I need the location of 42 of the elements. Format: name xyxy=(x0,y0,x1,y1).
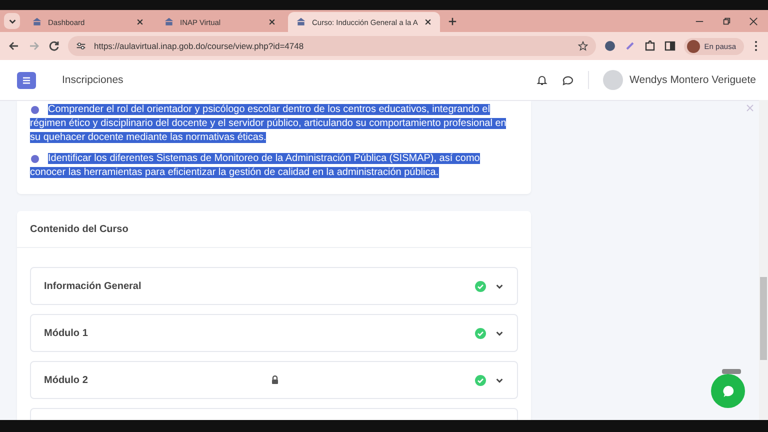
more-menu-icon[interactable] xyxy=(752,40,760,52)
site-settings-icon[interactable] xyxy=(76,41,86,51)
address-bar[interactable]: https://aulavirtual.inap.gob.do/course/view.php?id=4748 xyxy=(68,36,596,56)
close-icon[interactable] xyxy=(136,18,144,26)
reload-icon[interactable] xyxy=(48,40,60,52)
back-arrow-icon[interactable] xyxy=(8,40,20,52)
building-icon xyxy=(32,17,42,27)
chevron-down-icon xyxy=(8,16,16,26)
chat-bubble-icon[interactable] xyxy=(562,74,574,86)
bullet-dot xyxy=(31,106,39,114)
course-section-row[interactable]: Módulo 1 xyxy=(30,314,518,352)
section-title: Contenido del Curso xyxy=(17,211,531,248)
chevron-down-icon[interactable] xyxy=(495,282,504,291)
restore-icon[interactable] xyxy=(722,16,731,26)
user-name[interactable]: Wendys Montero Veriguete xyxy=(630,74,756,86)
bullet-dot xyxy=(31,154,39,163)
menu-icon xyxy=(23,76,30,84)
course-section-row[interactable]: Información General xyxy=(30,267,518,306)
building-icon xyxy=(296,17,306,27)
objective-text: Identificar los diferentes Sistemas de Monitoreo de la Administración Pública (SISMAP), así como conocer las herramientas para eficientizar la gestión de calidad en la administración pública. xyxy=(30,152,481,180)
notification-bell-icon[interactable] xyxy=(536,74,548,86)
chat-button[interactable] xyxy=(711,374,745,408)
section-name: Información General xyxy=(44,280,142,292)
close-icon[interactable] xyxy=(749,16,758,26)
new-tab-icon[interactable] xyxy=(448,16,457,26)
chevron-down-icon[interactable] xyxy=(495,376,504,385)
avatar-circle xyxy=(687,40,700,52)
course-section-row[interactable]: Módulo 2 xyxy=(30,361,518,400)
section-name: Módulo 2 xyxy=(44,374,89,386)
bookmark-star-icon[interactable] xyxy=(578,41,588,51)
tab-search-button[interactable] xyxy=(4,13,20,29)
close-icon[interactable] xyxy=(424,18,432,26)
menu-button[interactable] xyxy=(17,72,36,88)
chevron-down-icon[interactable] xyxy=(495,328,504,338)
chat-bubble-icon xyxy=(720,384,736,398)
close-icon[interactable] xyxy=(268,18,276,26)
scrollbar-thumb[interactable] xyxy=(760,277,767,360)
side-panel-icon[interactable] xyxy=(664,40,676,52)
building-icon xyxy=(164,17,174,27)
nav-link[interactable]: Inscripciones xyxy=(62,74,124,86)
section-name: Módulo 1 xyxy=(44,328,89,339)
objective-text: Comprender el rol del orientador y psicólogo escolar dentro de los centros educativos, integrando el régimen ético y disciplinario del docente y el servidor público, articulando su comportamiento profesional en su quehacer docente mediante las normativas éticas. xyxy=(30,103,508,146)
